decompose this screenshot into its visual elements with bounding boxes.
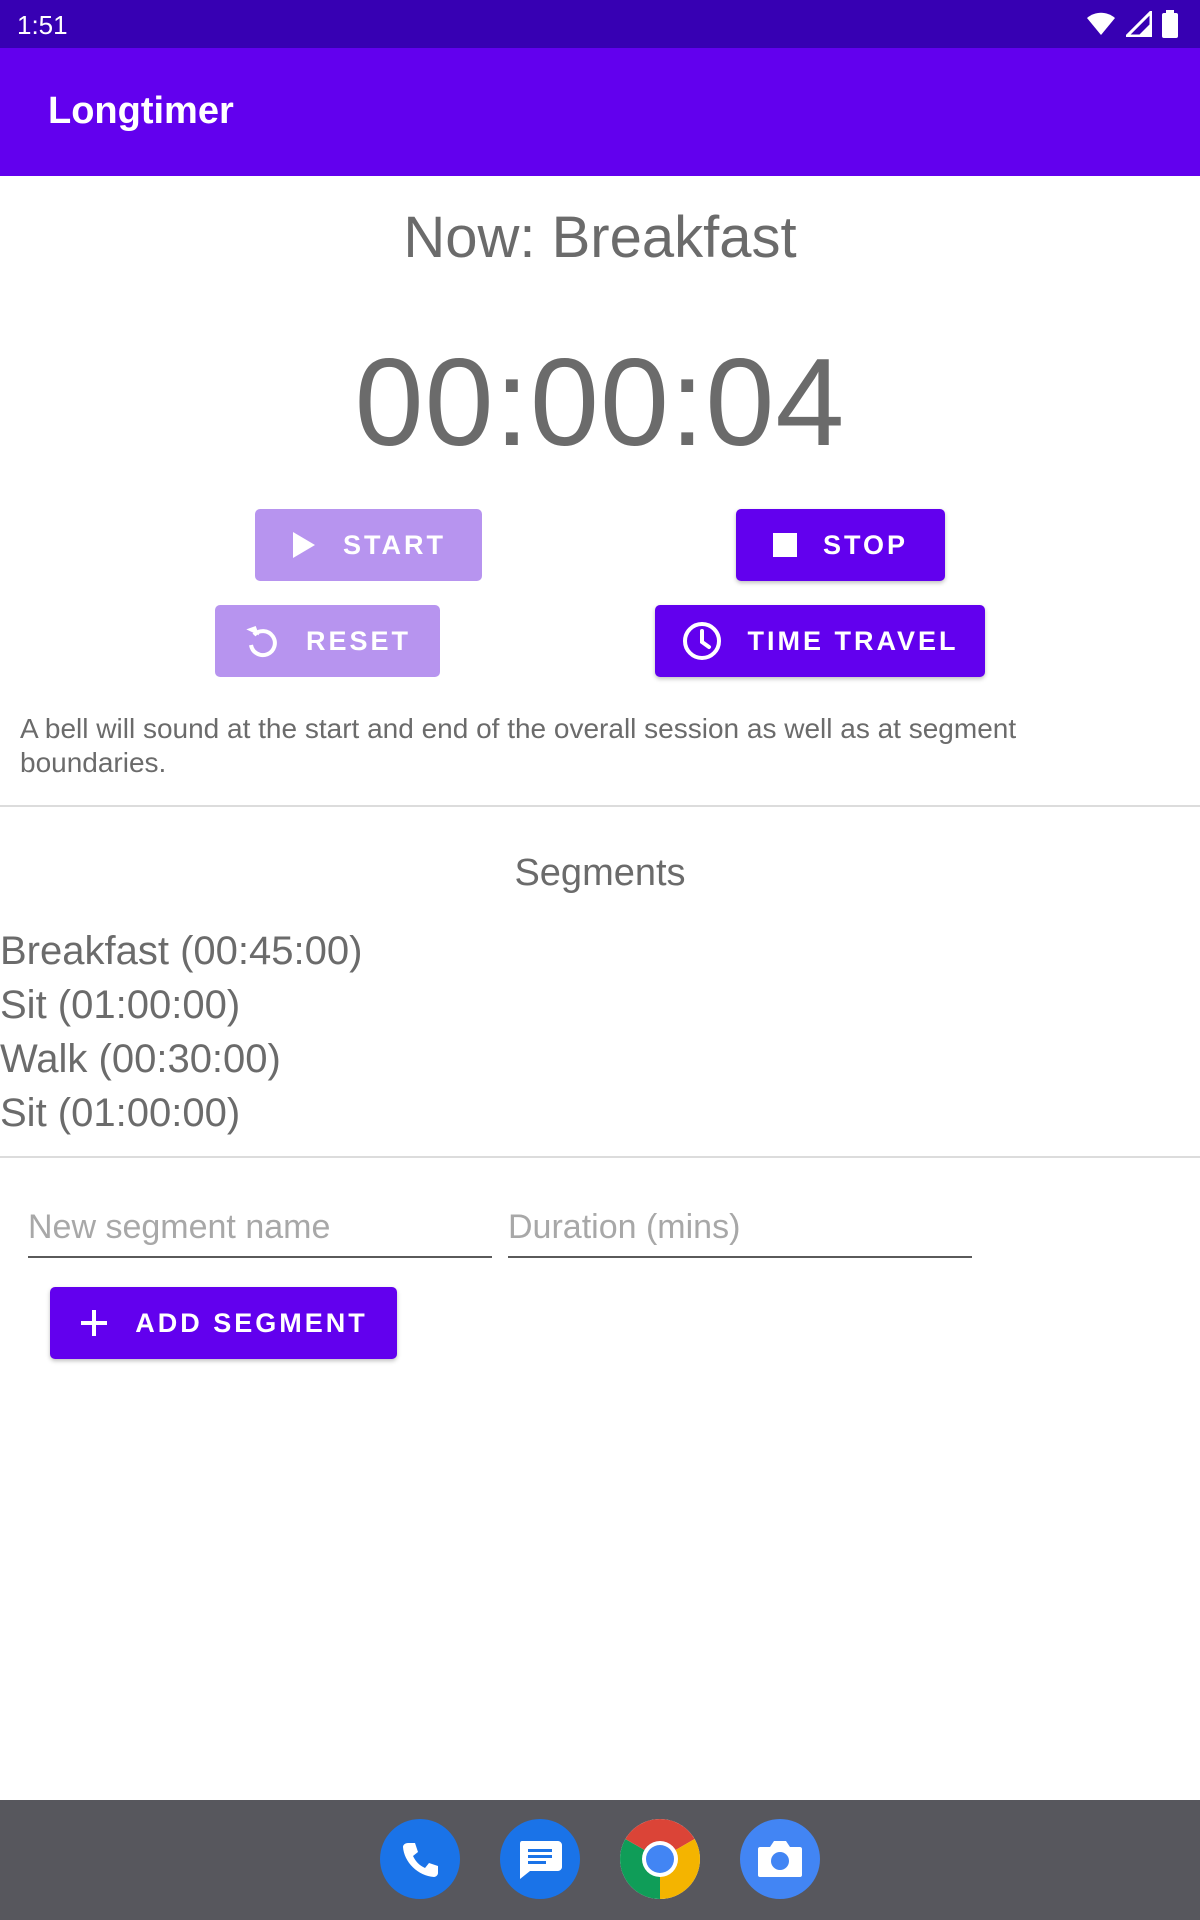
- divider-bottom: [0, 1156, 1200, 1158]
- segment-list: Breakfast (00:45:00) Sit (01:00:00) Walk…: [0, 924, 362, 1140]
- current-segment-label: Now: Breakfast: [403, 205, 797, 270]
- status-time: 1:51: [17, 10, 68, 40]
- divider-top: [0, 805, 1200, 807]
- time-travel-button[interactable]: TIME TRAVEL: [655, 605, 985, 677]
- timer-display: 00:00:04: [354, 334, 846, 472]
- segment-item: Sit (01:00:00): [0, 1091, 241, 1135]
- battery-icon: [1162, 10, 1178, 38]
- phone-icon[interactable]: [380, 1819, 460, 1899]
- plus-icon: [81, 1310, 108, 1336]
- start-button[interactable]: START: [255, 509, 482, 581]
- status-bar: 1:51: [0, 0, 1200, 48]
- bell-info-text: A bell will sound at the start and end o…: [20, 713, 1017, 778]
- add-segment-button[interactable]: ADD SEGMENT: [50, 1287, 397, 1359]
- stop-button-label: STOP: [822, 529, 909, 560]
- camera-glyph: [758, 1841, 802, 1877]
- segment-name-input[interactable]: New segment name: [28, 1204, 492, 1258]
- phone-glyph: [403, 1843, 438, 1877]
- segment-item: Breakfast (00:45:00): [0, 929, 363, 973]
- segments-heading: Segments: [514, 852, 686, 894]
- clock-icon: [682, 622, 721, 660]
- nav-bar: [0, 1800, 1200, 1920]
- reset-button[interactable]: RESET: [215, 605, 440, 677]
- segment-name-placeholder: New segment name: [28, 1208, 331, 1246]
- app-title: Longtimer: [48, 90, 234, 132]
- wifi-icon: [1087, 12, 1115, 35]
- stop-button[interactable]: STOP: [736, 509, 945, 581]
- chrome-glyph: [620, 1819, 700, 1899]
- camera-icon[interactable]: [740, 1819, 820, 1899]
- messages-glyph: [520, 1841, 562, 1879]
- signal-icon: [1126, 11, 1152, 37]
- status-icons: [1086, 10, 1178, 38]
- reset-icon: [246, 625, 277, 658]
- play-icon: [293, 532, 315, 558]
- chrome-icon[interactable]: [620, 1819, 700, 1899]
- duration-placeholder: Duration (mins): [508, 1208, 741, 1246]
- segment-item: Walk (00:30:00): [0, 1037, 281, 1081]
- start-button-label: START: [343, 529, 446, 560]
- messages-icon[interactable]: [500, 1819, 580, 1899]
- reset-button-label: RESET: [305, 625, 412, 656]
- time-travel-button-label: TIME TRAVEL: [747, 625, 959, 656]
- duration-input[interactable]: Duration (mins): [508, 1204, 972, 1258]
- stop-icon: [772, 533, 797, 557]
- segment-item: Sit (01:00:00): [0, 983, 241, 1027]
- app-bar: Longtimer: [0, 48, 1200, 176]
- add-segment-button-label: ADD SEGMENT: [135, 1307, 368, 1338]
